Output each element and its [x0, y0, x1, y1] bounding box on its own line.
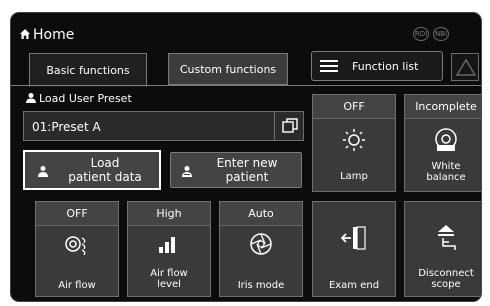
tab-basic-functions[interactable]: Basic functions — [29, 53, 147, 87]
page-title: Home — [33, 27, 75, 43]
eject-icon — [438, 225, 456, 250]
disconnect-scope-tile[interactable]: Disconnect scope — [404, 201, 481, 297]
lamp-icon — [343, 129, 365, 151]
rdi-badge: RDI — [413, 27, 429, 41]
nbi-badge: NBI — [433, 27, 449, 41]
white-balance-label: White balance — [426, 161, 466, 183]
lamp-label: Lamp — [340, 171, 368, 182]
home-icon — [20, 29, 30, 39]
tab-panel-border — [11, 85, 481, 86]
enter-new-patient-button[interactable]: Enter new patient — [170, 152, 302, 188]
warning-button[interactable] — [451, 53, 479, 81]
air-flow-icon — [65, 236, 86, 256]
exam-end-label: Exam end — [328, 280, 380, 291]
exam-end-tile[interactable]: Exam end — [312, 201, 396, 297]
white-balance-status: Incomplete — [405, 95, 481, 119]
white-balance-tile[interactable]: Incomplete White balance — [404, 94, 481, 192]
function-list-button[interactable]: Function list — [311, 51, 443, 81]
load-patient-line2: patient data — [68, 170, 142, 184]
preset-value: 01:Preset A — [32, 120, 101, 134]
device-screen: Home RDI NBI Basic functions Custom func… — [10, 12, 482, 302]
air-flow-tile[interactable]: OFF Air flow — [35, 201, 119, 297]
load-patient-line1: Load — [90, 156, 120, 170]
load-patient-data-button[interactable]: Load patient data — [23, 150, 161, 190]
iris-icon — [250, 233, 272, 255]
disconnect-scope-label: Disconnect scope — [418, 268, 474, 290]
iris-mode-tile[interactable]: Auto Iris mode — [219, 201, 303, 297]
iris-mode-status: Auto — [220, 202, 302, 226]
white-balance-icon — [435, 128, 457, 151]
exit-door-icon — [341, 226, 366, 250]
menu-icon — [320, 60, 338, 72]
enter-patient-line2: patient — [225, 170, 269, 184]
warning-icon — [455, 58, 477, 76]
tab-custom-functions[interactable]: Custom functions — [168, 53, 288, 85]
new-patient-icon — [182, 166, 192, 177]
air-flow-label: Air flow — [58, 280, 96, 291]
open-preset-icon — [282, 118, 298, 133]
air-flow-level-label: Air flow level — [150, 268, 188, 290]
air-flow-level-status: High — [128, 202, 210, 226]
user-preset-icon — [26, 93, 36, 103]
air-flow-status: OFF — [36, 202, 118, 226]
preset-select[interactable]: 01:Preset A — [23, 111, 304, 141]
patient-icon — [38, 166, 48, 177]
preset-open-button[interactable] — [274, 112, 304, 140]
function-list-label: Function list — [352, 59, 419, 73]
lamp-status: OFF — [313, 95, 395, 119]
iris-mode-label: Iris mode — [237, 280, 285, 291]
load-user-preset-label: Load User Preset — [39, 92, 132, 105]
enter-patient-line1: Enter new — [216, 156, 278, 170]
signal-level-icon — [159, 237, 175, 253]
air-flow-level-tile[interactable]: High Air flow level — [127, 201, 211, 297]
lamp-tile[interactable]: OFF Lamp — [312, 94, 396, 192]
